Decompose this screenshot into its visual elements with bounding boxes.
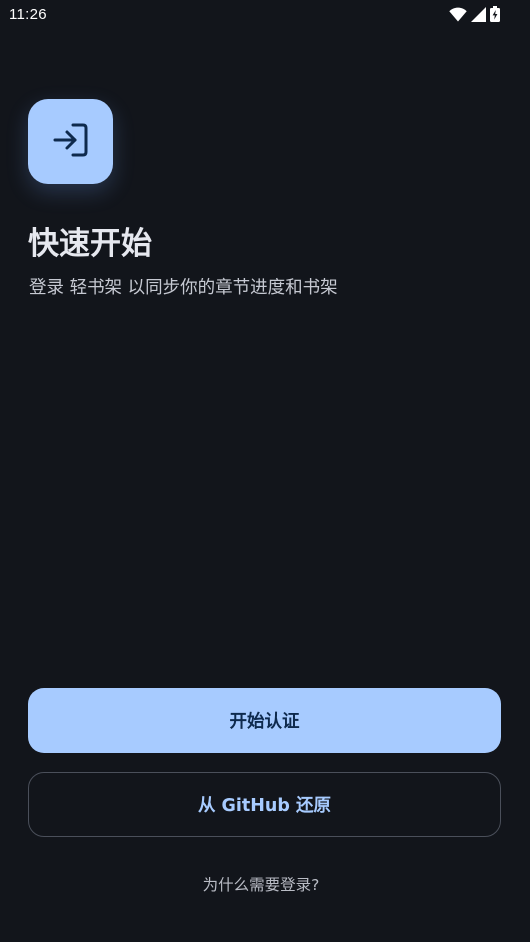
status-icons (449, 5, 500, 23)
app-icon-tile (28, 99, 113, 184)
wifi-icon (449, 7, 467, 22)
start-auth-button[interactable]: 开始认证 (28, 688, 501, 753)
status-bar: 11:26 (0, 0, 530, 30)
battery-charging-icon (490, 6, 500, 22)
restore-from-github-button[interactable]: 从 GitHub 还原 (28, 772, 501, 837)
page-title: 快速开始 (28, 226, 152, 262)
page-subtitle: 登录 轻书架 以同步你的章节进度和书架 (29, 278, 338, 298)
why-login-link[interactable]: 为什么需要登录? (0, 873, 522, 897)
status-time: 11:26 (9, 6, 47, 23)
login-icon (52, 122, 90, 162)
signal-icon (471, 6, 486, 22)
